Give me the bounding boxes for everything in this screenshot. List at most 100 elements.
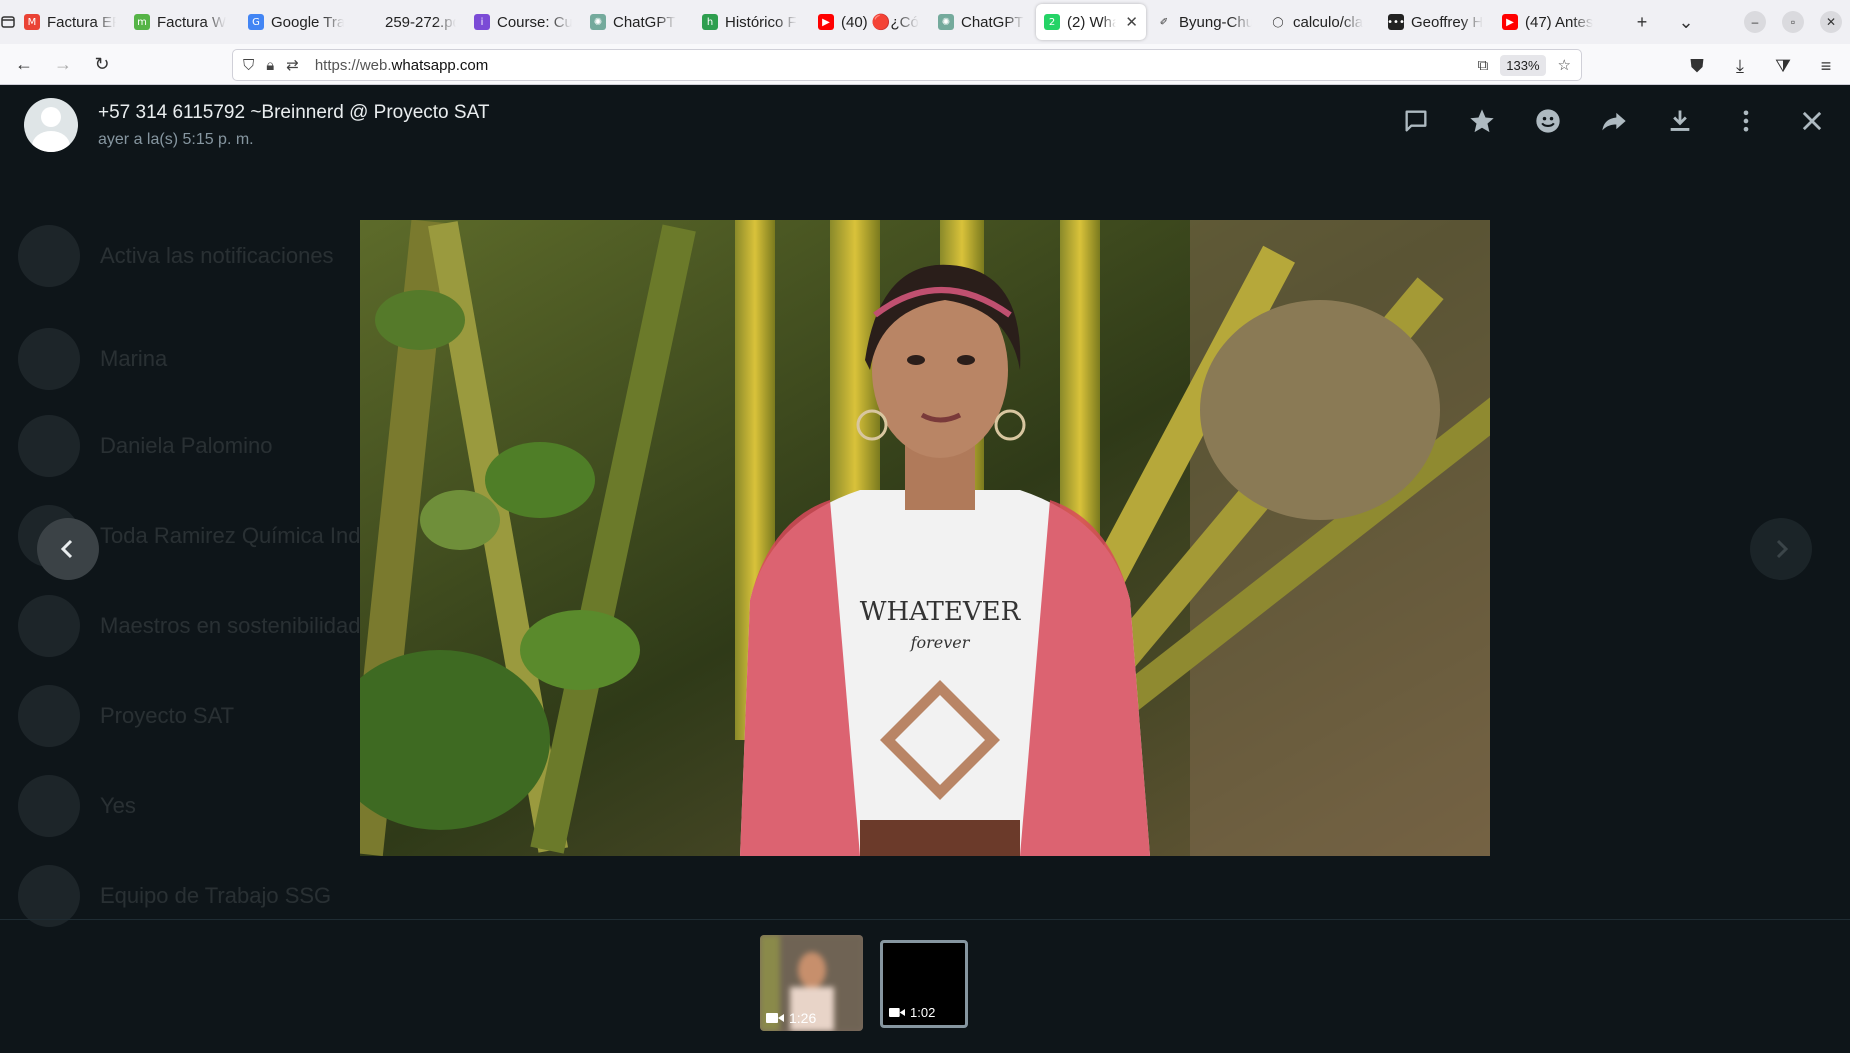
tab-overflow-button[interactable]: ⌄ (1664, 0, 1708, 44)
media-viewer: Activa las notificaciones Marina Daniela P… (0, 85, 1850, 1053)
new-tab-button[interactable]: + (1620, 0, 1664, 44)
star-icon (1470, 109, 1494, 133)
video-duration: 1:26 (789, 1010, 817, 1026)
tab-favicon: ••• (1387, 14, 1405, 30)
background-chat-item: Activa las notificaciones (18, 225, 334, 287)
media-thumbnail[interactable]: 1:26 (760, 935, 863, 1031)
media-thumbnail-strip: 1:26 1:02 (0, 919, 1850, 1053)
background-chat-item: Daniela Palomino (18, 415, 272, 477)
bookmark-star-icon[interactable]: ☆ (1558, 56, 1571, 74)
picture-in-picture-icon[interactable]: ⧉ (1478, 56, 1489, 74)
close-tab-icon[interactable]: ✕ (1125, 13, 1138, 31)
star-button[interactable] (1464, 103, 1500, 139)
minimize-window-button[interactable]: – (1744, 11, 1766, 33)
address-bar[interactable]: ⛉ 🔒︎ ⇄ https://web.whatsapp.com ⧉ 133% ☆ (232, 49, 1582, 81)
browser-tab[interactable]: ▶ (47) Antes (1494, 4, 1610, 40)
browser-tab[interactable]: ◯ calculo/cla (1262, 4, 1378, 40)
background-chat-item: Yes (18, 775, 136, 837)
zoom-level-badge[interactable]: 133% (1500, 54, 1546, 76)
tab-label: Histórico F (725, 13, 797, 31)
tab-list-button[interactable] (0, 0, 16, 44)
tab-favicon: M (24, 14, 40, 30)
close-window-button[interactable]: ✕ (1820, 11, 1842, 33)
close-viewer-button[interactable] (1794, 103, 1830, 139)
background-chat-title: Yes (100, 793, 136, 818)
forward-button[interactable]: → (45, 46, 81, 82)
sender-name[interactable]: +57 314 6115792 ~Breinnerd @ Proyecto SA… (98, 102, 489, 124)
background-chat-title: Marina (100, 346, 168, 371)
tab-favicon: ✺ (590, 14, 606, 30)
tab-favicon: m (134, 14, 150, 30)
tab-label: Factura EF (47, 13, 116, 31)
go-to-message-button[interactable] (1398, 103, 1434, 139)
browser-tab[interactable]: G Google Tra (240, 4, 352, 40)
video-camera-icon (766, 1013, 784, 1023)
background-chat-item: Equipo de Trabajo SSG (18, 865, 331, 927)
download-icon (1670, 110, 1690, 131)
url-domain: whatsapp.com (391, 56, 489, 74)
downloads-icon[interactable]: ⤓ (1722, 48, 1758, 84)
tab-label: Geoffrey H (1411, 13, 1484, 31)
browser-tab[interactable]: 259-272.pdf (354, 4, 464, 40)
video-camera-icon (889, 1008, 905, 1017)
tab-favicon (362, 14, 378, 30)
tab-label: Course: Cu (497, 13, 572, 31)
browser-tab[interactable]: ▶ (40) 🔴¿Có (810, 4, 928, 40)
browser-tab[interactable]: ••• Geoffrey H (1380, 4, 1492, 40)
browser-tab[interactable]: ✐ Byung-Chu (1148, 4, 1260, 40)
restore-window-button[interactable]: ▫ (1782, 11, 1804, 33)
emoji-icon (1536, 109, 1560, 133)
url-text[interactable]: https://web.whatsapp.com (315, 57, 488, 74)
background-chat-title: Activa las notificaciones (100, 243, 334, 268)
back-button[interactable]: ← (6, 46, 42, 82)
browser-tab[interactable]: ✺ ChatGPT (582, 4, 692, 40)
background-chat-item: Proyecto SAT (18, 685, 234, 747)
video-duration: 1:02 (910, 1005, 936, 1020)
browser-tab[interactable]: m Factura W (126, 4, 238, 40)
background-chat-item: Maestros en sostenibilidad (18, 595, 360, 657)
tab-label: (2) What (1067, 13, 1117, 31)
tab-favicon: 2 (1044, 14, 1060, 30)
sender-avatar[interactable] (24, 98, 78, 152)
tab-label: 259-272.pdf (385, 13, 456, 31)
tab-list-icon (1, 16, 15, 28)
video-player[interactable]: WHATEVER forever (360, 220, 1490, 856)
tab-label: Google Tra (271, 13, 344, 31)
background-chat-title: Toda Ramirez Química Ind (100, 523, 361, 548)
browser-tab[interactable]: M Factura EF (16, 4, 124, 40)
menu-icon[interactable]: ≡ (1808, 48, 1844, 84)
background-chat-title: Daniela Palomino (100, 433, 273, 458)
react-button[interactable] (1530, 103, 1566, 139)
browser-tab[interactable]: i Course: Cu (466, 4, 580, 40)
reload-button[interactable]: ↻ (84, 46, 120, 82)
forward-button[interactable] (1596, 103, 1632, 139)
tab-favicon: i (474, 14, 490, 30)
avatar (18, 328, 80, 390)
lock-icon[interactable]: 🔒︎ (266, 56, 274, 74)
message-icon (1405, 110, 1427, 132)
permissions-icon[interactable]: ⇄ (286, 56, 299, 74)
download-button[interactable] (1662, 103, 1698, 139)
avatar (18, 685, 80, 747)
shield-icon[interactable]: ⛉ (243, 56, 254, 74)
next-media-button[interactable] (1750, 518, 1812, 580)
browser-tab-bar: M Factura EF m Factura W G Google Tra 259-272.… (0, 0, 1850, 44)
background-chat-title: Equipo de Trabajo SSG (100, 883, 332, 908)
extensions-icon[interactable]: ⧩ (1765, 48, 1801, 84)
browser-navigation-bar: ← → ↻ ⛉ 🔒︎ ⇄ https://web.whatsapp.com ⧉ … (0, 44, 1850, 85)
pocket-icon[interactable]: ⛊ (1679, 48, 1715, 84)
tab-favicon: ✺ (938, 14, 954, 30)
previous-media-button[interactable] (37, 518, 99, 580)
close-icon (1802, 111, 1822, 131)
browser-tab[interactable]: 2 (2) What ✕ (1036, 4, 1146, 40)
tab-favicon: ▶ (818, 14, 834, 30)
tab-label: Byung-Chu (1179, 13, 1252, 31)
media-thumbnail-selected[interactable]: 1:02 (880, 940, 968, 1028)
chevron-left-icon (60, 539, 73, 559)
avatar (18, 865, 80, 927)
media-viewer-header: +57 314 6115792 ~Breinnerd @ Proyecto SA… (0, 85, 1850, 165)
shirt-print: WHATEVER (860, 597, 1022, 627)
browser-tab[interactable]: ✺ ChatGPT (930, 4, 1034, 40)
browser-tab[interactable]: h Histórico F (694, 4, 808, 40)
more-options-button[interactable] (1728, 103, 1764, 139)
